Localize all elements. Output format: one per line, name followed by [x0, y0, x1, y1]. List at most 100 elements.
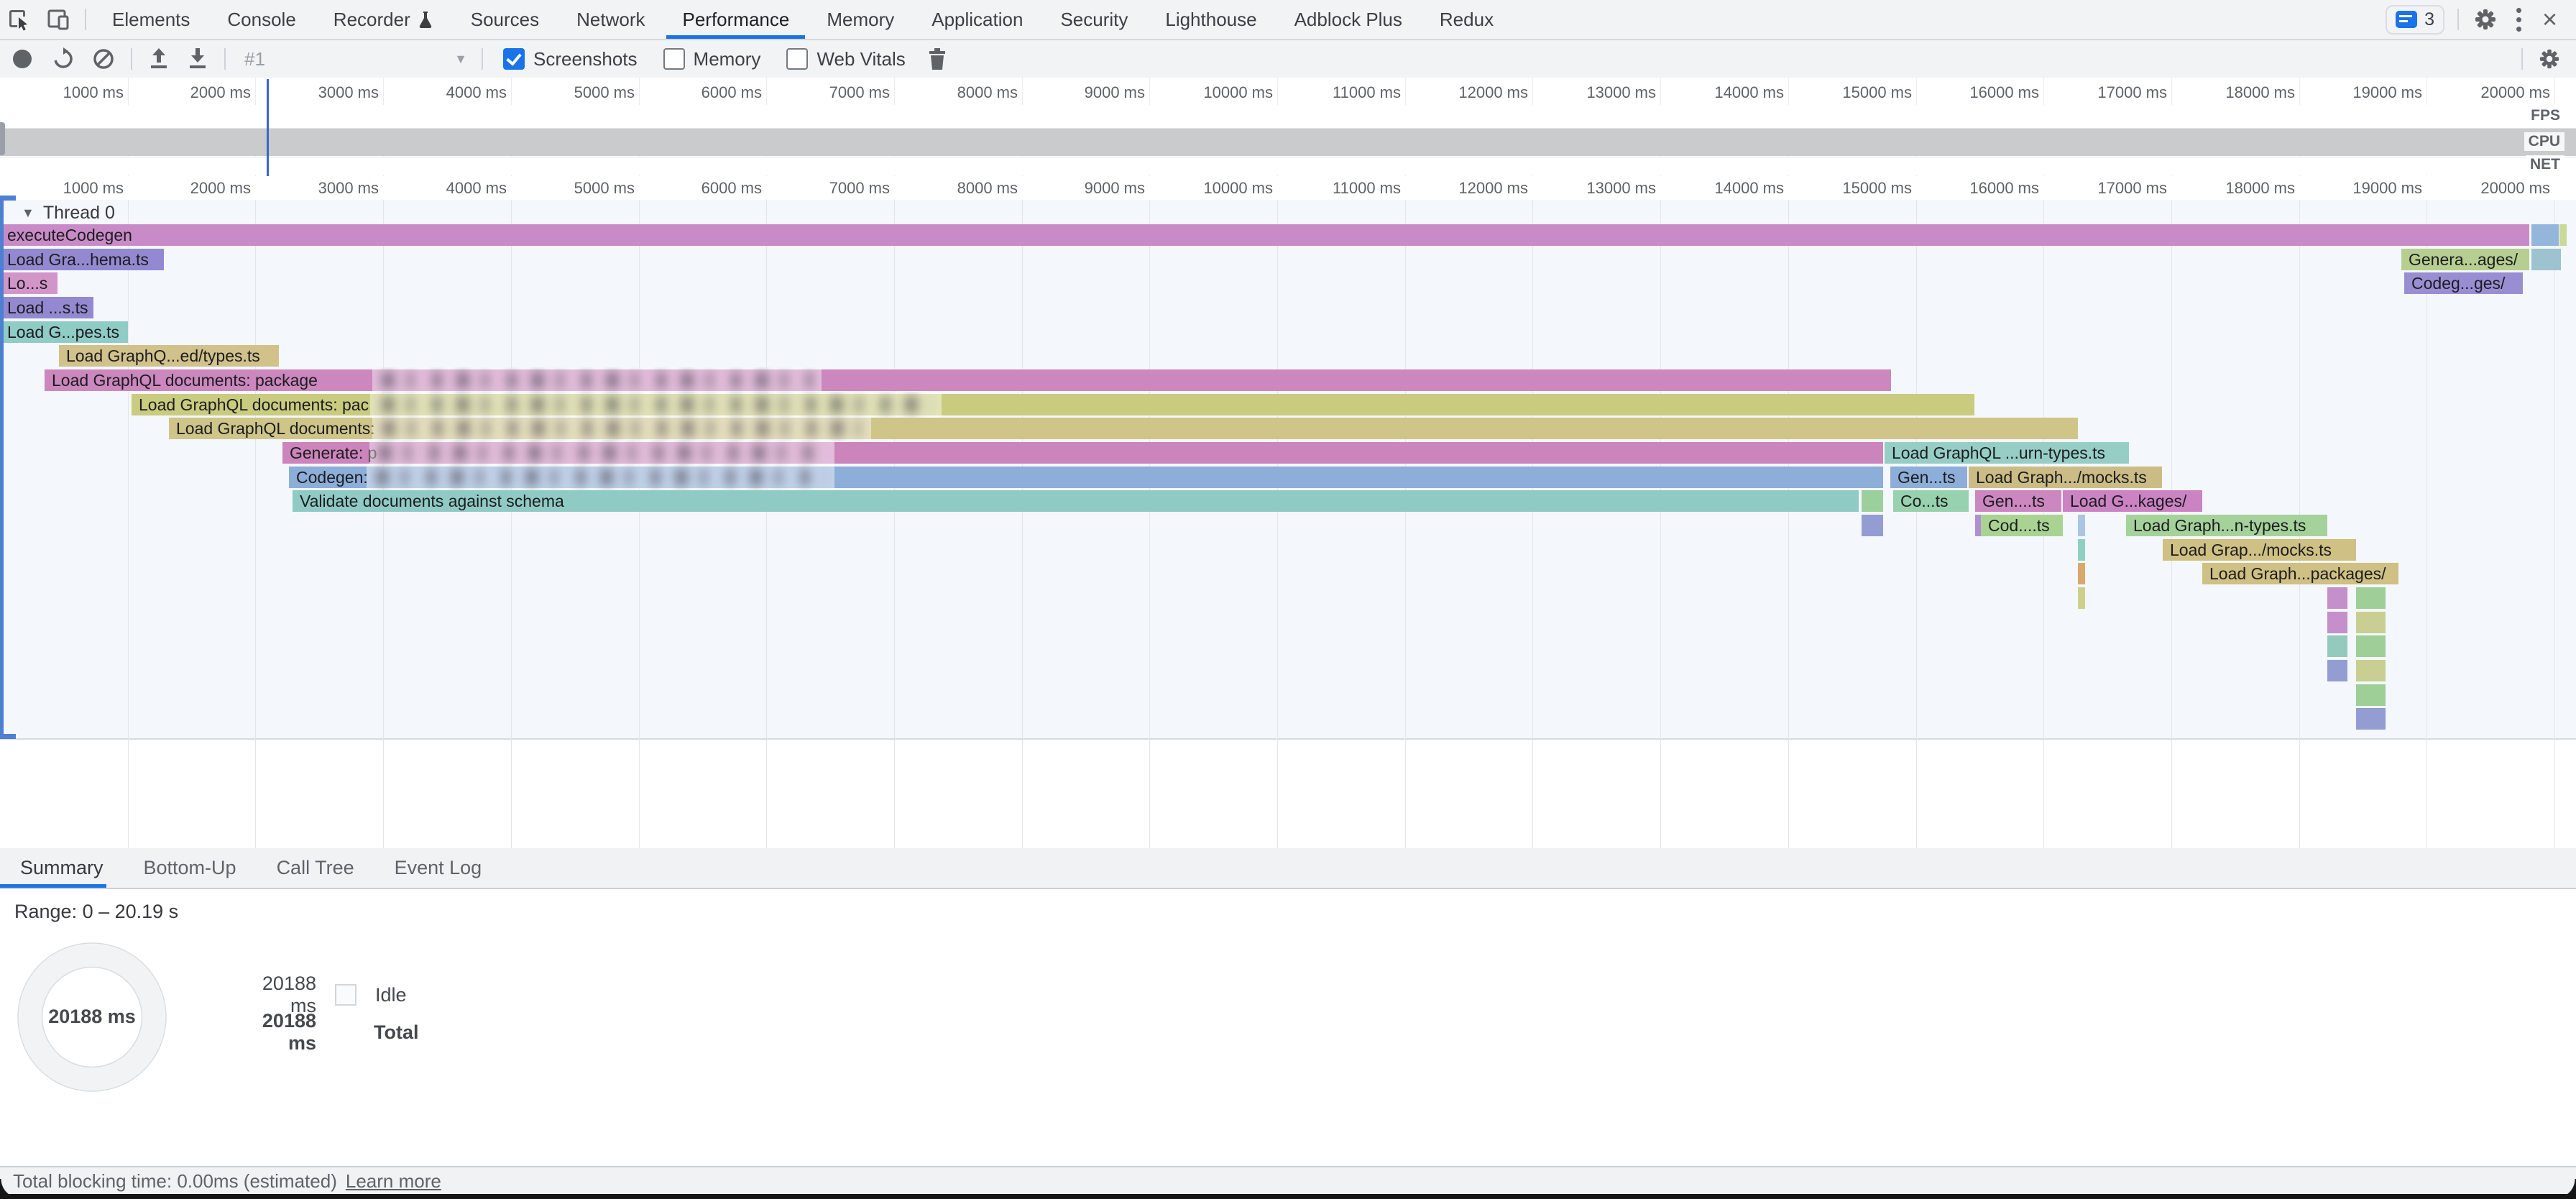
- flame-bar-genera-ages[interactable]: Genera...ages/: [2401, 249, 2529, 270]
- flame-bar[interactable]: [2356, 660, 2386, 681]
- reload-and-record-icon[interactable]: [52, 47, 75, 70]
- net-lane-label: NET: [2526, 155, 2564, 174]
- tab-elements[interactable]: Elements: [93, 0, 208, 39]
- flame-bar-load-gra-hema-ts[interactable]: Load Gra...hema.ts: [0, 249, 164, 270]
- ruler-tick-label: 5000 ms: [495, 176, 635, 200]
- flame-bar-executecodegen[interactable]: executeCodegen: [0, 224, 2529, 246]
- device-toolbar-icon[interactable]: [46, 7, 70, 32]
- flame-bar[interactable]: [2356, 708, 2386, 730]
- legend-label: Total: [374, 1021, 419, 1044]
- divider: [224, 48, 226, 70]
- flame-chart-empty-area: [0, 738, 2576, 850]
- ruler-tick-label: 12000 ms: [1389, 176, 1528, 200]
- tab-lighthouse[interactable]: Lighthouse: [1146, 0, 1275, 39]
- flame-bar-lo-s[interactable]: Lo...s: [0, 272, 58, 294]
- flame-bar-gen-ts[interactable]: Gen...ts: [1890, 467, 1967, 488]
- flame-bar[interactable]: [1862, 490, 1883, 512]
- settings-gear-icon[interactable]: [2473, 7, 2498, 32]
- details-tab-bottom-up[interactable]: Bottom-Up: [124, 848, 257, 888]
- checkbox-box[interactable]: [786, 48, 808, 70]
- range-label: Range: 0 – 20.19 s: [14, 901, 178, 923]
- flame-bar-load-graph-n-types-ts[interactable]: Load Graph...n-types.ts: [2126, 515, 2327, 536]
- flame-bar[interactable]: [1862, 515, 1883, 536]
- flame-bar[interactable]: [2078, 587, 2085, 609]
- checkbox-box[interactable]: [503, 48, 525, 70]
- ruler-tick-label: 9000 ms: [1006, 176, 1145, 200]
- timeline-overview[interactable]: 1000 ms2000 ms3000 ms4000 ms5000 ms6000 …: [0, 78, 2576, 178]
- ruler-tick-label: 18000 ms: [2156, 176, 2295, 200]
- flame-bar[interactable]: [2531, 249, 2561, 270]
- issues-badge[interactable]: 3: [2386, 5, 2444, 35]
- delete-profile-icon[interactable]: [927, 47, 947, 71]
- tab-memory[interactable]: Memory: [808, 0, 913, 39]
- tab-recorder[interactable]: Recorder: [315, 0, 452, 39]
- tab-application[interactable]: Application: [913, 0, 1041, 39]
- flame-bar[interactable]: [2356, 587, 2386, 609]
- flame-bar[interactable]: [2327, 660, 2347, 681]
- flame-bar-load-g-pes-ts[interactable]: Load G...pes.ts: [0, 321, 128, 343]
- flame-bar-load-graphq-ed-types-ts[interactable]: Load GraphQ...ed/types.ts: [59, 345, 279, 367]
- devtools-window: ElementsConsoleRecorderSources Network Per…: [0, 0, 2576, 1199]
- overview-tick-label: 14000 ms: [1644, 81, 1784, 105]
- save-profile-icon[interactable]: [187, 47, 208, 71]
- flame-bar[interactable]: [2559, 224, 2567, 246]
- checkbox-web-vitals[interactable]: Web Vitals: [786, 48, 905, 70]
- flame-bar-load-grap-mocks-ts[interactable]: Load Grap.../mocks.ts: [2163, 539, 2356, 561]
- flame-bar[interactable]: [2327, 587, 2347, 609]
- tab-performance[interactable]: Performance: [663, 0, 808, 39]
- selection-bracket-top: [0, 196, 16, 201]
- tab-adblock-plus[interactable]: Adblock Plus: [1276, 0, 1421, 39]
- flame-bar-load-g-kages[interactable]: Load G...kages/: [2063, 490, 2202, 512]
- redacted-text-overlay: [369, 440, 834, 466]
- thread-header[interactable]: ▼ Thread 0: [22, 201, 115, 224]
- more-options-icon[interactable]: [2516, 6, 2522, 34]
- profile-history-select[interactable]: #1 ▼: [244, 48, 467, 70]
- flame-bar[interactable]: [2356, 612, 2386, 633]
- flame-bar[interactable]: [2078, 515, 2085, 536]
- load-profile-icon[interactable]: [148, 47, 170, 71]
- close-devtools-icon[interactable]: ×: [2542, 7, 2557, 32]
- checkbox-screenshots[interactable]: Screenshots: [503, 48, 638, 70]
- details-tab-summary[interactable]: Summary: [0, 848, 124, 888]
- tab-redux[interactable]: Redux: [1421, 0, 1512, 39]
- flame-bar[interactable]: [2356, 635, 2386, 657]
- flame-bar-co-ts[interactable]: Co...ts: [1893, 490, 1969, 512]
- checkbox-box[interactable]: [663, 48, 685, 70]
- record-button[interactable]: [13, 50, 32, 68]
- flame-bar-load-graphql-urn-types-ts[interactable]: Load GraphQL ...urn-types.ts: [1885, 442, 2129, 464]
- flame-bar[interactable]: [2327, 612, 2347, 633]
- flame-bar-load-graphql-documents-package[interactable]: Load GraphQL documents: package: [45, 369, 1891, 391]
- flame-bar-load-graph-mocks-ts[interactable]: Load Graph.../mocks.ts: [1969, 467, 2162, 488]
- flame-bar[interactable]: [2078, 539, 2085, 561]
- divider: [2457, 9, 2459, 30]
- inspect-element-icon[interactable]: [7, 7, 32, 32]
- thread-label: Thread 0: [43, 203, 115, 224]
- profile-name: #1: [244, 48, 265, 70]
- tab-sources[interactable]: Sources: [452, 0, 558, 39]
- overview-drag-handle[interactable]: [0, 122, 5, 155]
- flame-bar[interactable]: [2078, 563, 2085, 584]
- tab-label: Application: [932, 9, 1023, 31]
- learn-more-link[interactable]: Learn more: [346, 1170, 441, 1193]
- details-tab-call-tree[interactable]: Call Tree: [257, 848, 374, 888]
- flame-bar[interactable]: [2531, 224, 2559, 246]
- flame-bar-gen-ts[interactable]: Gen....ts: [1975, 490, 2061, 512]
- flame-bar[interactable]: [2356, 684, 2386, 706]
- capture-settings-gear-icon[interactable]: [2537, 47, 2562, 71]
- flame-bar-validate-documents-against-schema[interactable]: Validate documents against schema: [293, 490, 1859, 512]
- tab-network[interactable]: Network: [558, 0, 663, 39]
- flame-bar-load-graph-packages[interactable]: Load Graph...packages/: [2202, 563, 2398, 584]
- overview-tick-label: 11000 ms: [1261, 81, 1401, 105]
- flame-bar-load-s-ts[interactable]: Load ...s.ts: [0, 297, 93, 318]
- flame-bar-codeg-ges[interactable]: Codeg...ges/: [2404, 272, 2523, 294]
- details-tab-event-log[interactable]: Event Log: [374, 848, 502, 888]
- tab-label: Lighthouse: [1165, 9, 1256, 31]
- overview-playhead[interactable]: [267, 79, 269, 176]
- clear-icon[interactable]: [92, 47, 115, 70]
- tab-console[interactable]: Console: [208, 0, 314, 39]
- tab-security[interactable]: Security: [1041, 0, 1146, 39]
- tab-label: Network: [576, 9, 645, 31]
- checkbox-memory[interactable]: Memory: [663, 48, 761, 70]
- flame-bar-cod-ts[interactable]: Cod....ts: [1981, 515, 2063, 536]
- flame-bar[interactable]: [2327, 635, 2347, 657]
